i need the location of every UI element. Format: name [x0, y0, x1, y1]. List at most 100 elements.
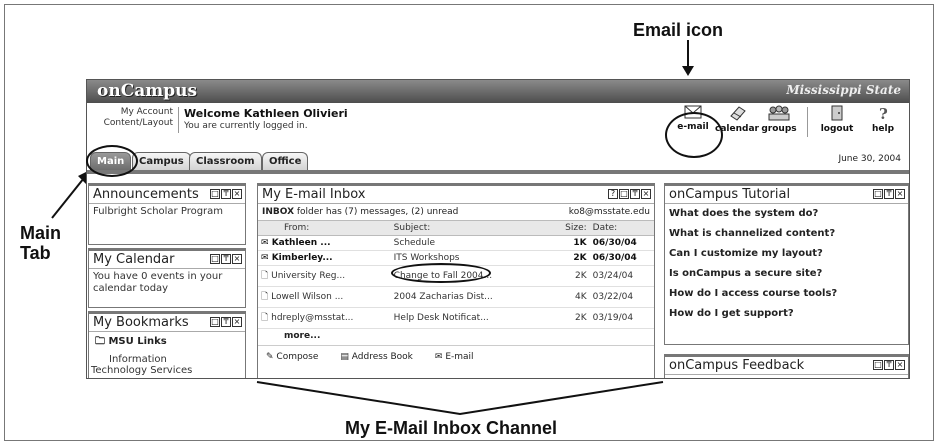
groups-tool-button[interactable]: groups [757, 105, 801, 134]
address-book-label: Address Book [351, 352, 413, 362]
inbox-header-row: From: Subject: Size: Date: [258, 221, 654, 236]
svg-text:?: ? [879, 105, 888, 121]
col-size[interactable]: Size: [555, 221, 590, 236]
minimize-icon[interactable]: □ [873, 189, 883, 199]
close-icon[interactable]: × [641, 189, 651, 199]
email-link[interactable]: ✉ E-mail [435, 352, 474, 362]
table-row[interactable]: 🗋 Lowell Wilson ... 2004 Zacharias Dist.… [258, 286, 654, 308]
portal-tabs: Main Campus Classroom Office [87, 152, 909, 170]
tutorial-link[interactable]: Can I customize my layout? [665, 244, 908, 264]
more-messages-link[interactable]: more... [258, 329, 654, 341]
calendar-controls: □ ₸ × [210, 254, 242, 264]
message-from[interactable]: ✉ Kimberley... [258, 250, 391, 266]
message-subject[interactable]: 2004 Zacharias Dist... [390, 286, 556, 308]
logout-tool-label: logout [820, 124, 854, 134]
minimize-icon[interactable]: □ [619, 189, 629, 199]
minimize-icon[interactable]: □ [210, 189, 220, 199]
close-icon[interactable]: × [232, 317, 242, 327]
feedback-channel: onCampus Feedback □ ₸ × [664, 354, 909, 378]
compose-icon: ✎ [266, 352, 277, 362]
login-status: You are currently logged in. [184, 121, 308, 131]
tutorial-link[interactable]: What is channelized content? [665, 224, 908, 244]
folder-icon: 🗀 [95, 336, 109, 347]
edit-icon[interactable]: ₸ [221, 317, 231, 327]
edit-icon[interactable]: ₸ [221, 189, 231, 199]
email-icon-callout: Email icon [633, 20, 724, 40]
tutorial-link[interactable]: How do I access course tools? [665, 284, 908, 304]
edit-icon[interactable]: ₸ [221, 254, 231, 264]
minimize-icon[interactable]: □ [210, 254, 220, 264]
tab-underline [87, 170, 909, 174]
close-icon[interactable]: × [895, 189, 905, 199]
tutorial-link[interactable]: What does the system do? [665, 204, 908, 224]
message-from[interactable]: 🗋 Lowell Wilson ... [258, 286, 391, 308]
read-message-icon: 🗋 [261, 292, 272, 302]
col-subject[interactable]: Subject: [390, 221, 556, 236]
inbox-summary: INBOX folder has (7) messages, (2) unrea… [258, 204, 654, 221]
tab-classroom[interactable]: Classroom [189, 152, 262, 170]
help-icon[interactable]: ? [608, 189, 618, 199]
door-icon [831, 105, 843, 121]
close-icon[interactable]: × [232, 189, 242, 199]
tutorial-link[interactable]: Is onCampus a secure site? [665, 264, 908, 284]
bookmark-item[interactable]: Information Technology Services [89, 352, 245, 378]
msstate-logo: Mississippi State [786, 83, 901, 97]
groups-icon [768, 105, 790, 121]
table-row[interactable]: ✉ Kathleen ... Schedule 1K 06/30/04 [258, 235, 654, 251]
question-icon: ? [879, 105, 888, 121]
message-date: 06/30/04 [589, 250, 654, 266]
inbox-account: ko8@msstate.edu [568, 207, 650, 217]
message-date: 06/30/04 [589, 235, 654, 251]
edit-icon[interactable]: ₸ [630, 189, 640, 199]
announcements-controls: □ ₸ × [210, 189, 242, 199]
compose-link[interactable]: ✎ Compose [266, 352, 318, 362]
help-tool-button[interactable]: ? help [861, 105, 905, 134]
message-size: 2K [555, 250, 590, 266]
bookmarks-controls: □ ₸ × [210, 317, 242, 327]
message-from[interactable]: 🗋 hdreply@msstat... [258, 307, 391, 329]
message-date: 03/24/04 [589, 265, 654, 287]
envelope-icon: ✉ [434, 352, 446, 362]
edit-icon[interactable]: ₸ [884, 189, 894, 199]
message-date: 03/22/04 [589, 286, 654, 308]
address-book-icon: ▤ [340, 352, 352, 362]
bookmark-folder[interactable]: 🗀 MSU Links [89, 332, 245, 352]
unread-envelope-icon: ✉ [261, 253, 272, 263]
tab-campus[interactable]: Campus [132, 152, 191, 170]
message-subject[interactable]: Help Desk Notificat... [390, 307, 556, 329]
email-icon-highlight [665, 112, 723, 158]
unread-envelope-icon: ✉ [261, 238, 272, 248]
oncampus-portal: onCampus Mississippi State My Account Co… [86, 79, 910, 379]
tutorial-link[interactable]: How do I get support? [665, 304, 908, 324]
message-size: 4K [555, 286, 590, 308]
message-subject[interactable]: ITS Workshops [390, 250, 556, 266]
inbox-controls: ? □ ₸ × [608, 189, 651, 199]
col-from[interactable]: From: [258, 221, 391, 236]
tab-office[interactable]: Office [262, 152, 309, 170]
col-date[interactable]: Date: [589, 221, 654, 236]
message-subject[interactable]: Schedule [390, 235, 556, 251]
bookmark-item-line-1: Information [109, 354, 167, 365]
message-from[interactable]: ✉ Kathleen ... [258, 235, 391, 251]
main-tab-callout: Main Tab [20, 223, 62, 263]
message-from[interactable]: 🗋 University Reg... [258, 265, 391, 287]
edit-icon[interactable]: ₸ [884, 360, 894, 370]
announcement-link[interactable]: Fulbright Scholar Program [89, 204, 245, 220]
table-row[interactable]: 🗋 hdreply@msstat... Help Desk Notificat.… [258, 307, 654, 329]
account-divider [178, 107, 179, 133]
minimize-icon[interactable]: □ [210, 317, 220, 327]
inbox-footer: ✎ Compose ▤ Address Book ✉ E-mail [258, 345, 654, 368]
my-account-link[interactable]: My Account Content/Layout [87, 107, 173, 129]
close-icon[interactable]: × [232, 254, 242, 264]
address-book-link[interactable]: ▤ Address Book [340, 352, 412, 362]
oncampus-logo[interactable]: onCampus [97, 81, 197, 101]
announcements-channel: Announcements □ ₸ × Fulbright Scholar Pr… [88, 183, 246, 245]
account-line-1: My Account [120, 107, 173, 117]
channel-brace [256, 381, 664, 416]
bookmark-item-line-2: Technology Services [91, 365, 193, 376]
close-icon[interactable]: × [895, 360, 905, 370]
message-size: 2K [555, 307, 590, 329]
minimize-icon[interactable]: □ [873, 360, 883, 370]
welcome-text: Welcome Kathleen Olivieri [184, 107, 348, 120]
logout-tool-button[interactable]: logout [815, 105, 859, 134]
